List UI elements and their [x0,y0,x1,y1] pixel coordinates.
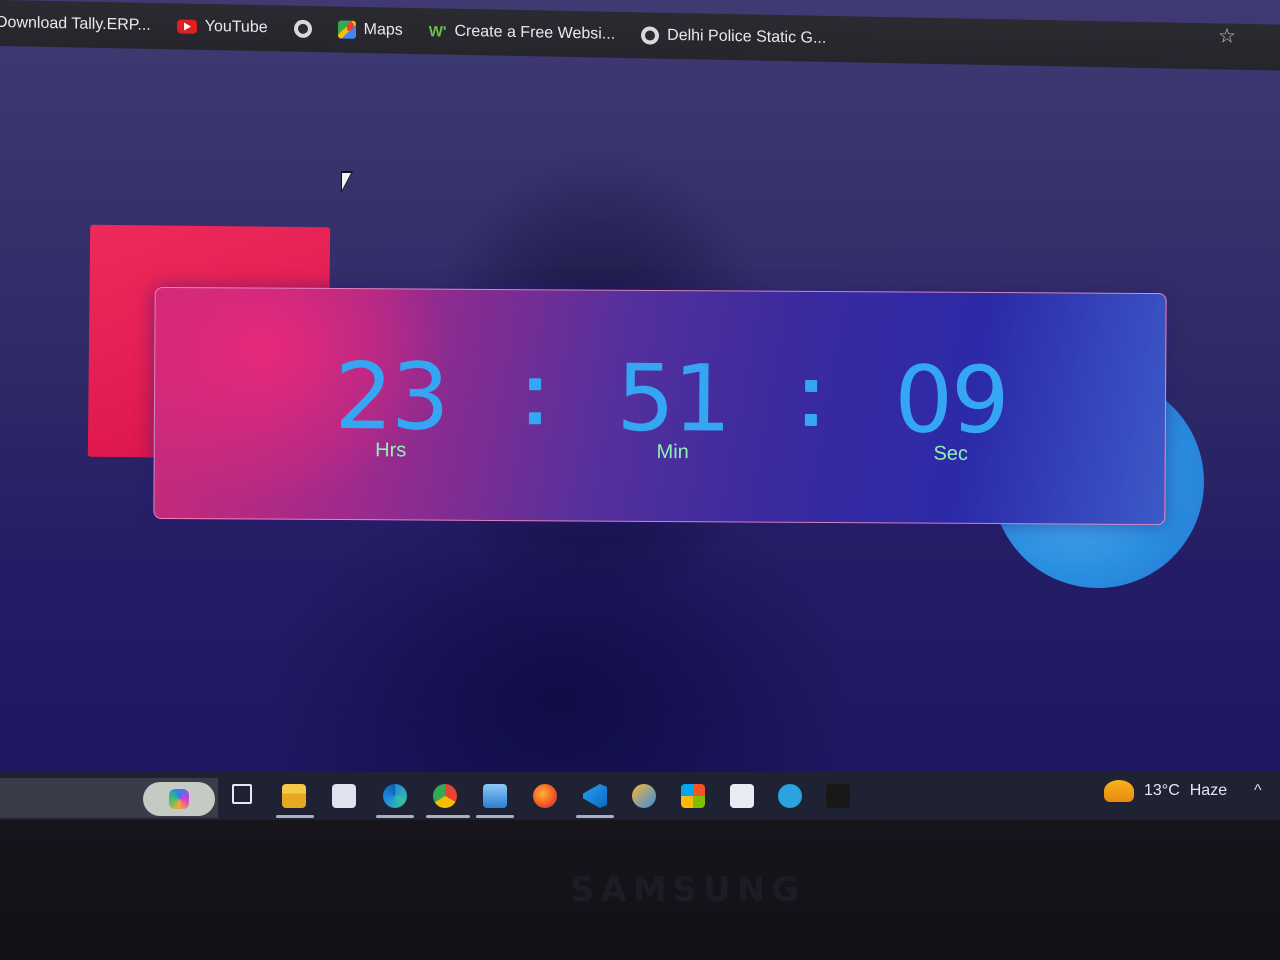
running-indicator [576,815,614,818]
mouse-cursor-icon [341,171,353,193]
telegram-icon[interactable] [778,784,802,808]
copilot-icon [169,789,189,809]
task-view-icon[interactable] [232,784,252,804]
chevron-up-icon[interactable]: ^ [1254,782,1262,800]
running-indicator [426,815,470,818]
seconds-value: 09 [894,346,1008,455]
edge-icon[interactable] [383,784,407,808]
youtube-icon [176,19,197,34]
document-app-icon[interactable] [730,784,754,808]
mail-icon[interactable] [483,784,507,808]
bookmark-globe[interactable] [293,19,312,38]
weather-condition: Haze [1189,782,1228,799]
star-icon[interactable]: ☆ [1218,24,1236,49]
minutes-group: 51 Min [593,344,754,465]
separator [804,379,819,448]
taskbar: 13°C Haze ^ [0,772,1280,820]
clock-card: 23 Hrs 51 Min 09 Sec [153,286,1167,526]
firefox-icon[interactable] [533,784,557,808]
seconds-group: 09 Sec [871,346,1032,466]
bookmark-youtube[interactable]: YouTube [176,17,268,37]
copilot-button[interactable] [143,782,215,816]
running-indicator [276,815,314,818]
bookmark-wix[interactable]: W' Create a Free Websi... [429,22,615,44]
weather-widget[interactable]: 13°C Haze [1104,780,1227,802]
bookmark-label: Maps [363,20,403,39]
monitor-screen: Download Tally.ERP... YouTube Maps W' Cr… [0,0,1280,820]
chrome-icon[interactable] [433,784,457,808]
bookmark-label: Delhi Police Static G... [667,26,827,47]
maps-icon [337,20,356,39]
brand-logo: SAMSUNG [570,870,806,910]
haze-weather-icon [1104,780,1134,802]
globe-icon [641,26,660,45]
hours-group: 23 Hrs [311,343,472,463]
globe-icon [293,19,312,38]
store-icon[interactable] [332,784,356,808]
adobe-app-icon[interactable] [826,784,850,808]
bookmark-delhi-police[interactable]: Delhi Police Static G... [641,26,826,48]
wix-icon: W' [428,22,447,41]
hours-value: 23 [334,343,448,451]
laptop-bezel: SAMSUNG [0,820,1280,960]
cube-app-icon[interactable] [632,784,656,808]
windows-app-icon[interactable] [681,784,705,808]
bookmark-tally[interactable]: Download Tally.ERP... [0,14,151,35]
file-explorer-icon[interactable] [282,784,306,808]
running-indicator [476,815,514,818]
weather-temp: 13°C [1144,782,1180,799]
bookmark-maps[interactable]: Maps [337,20,403,39]
running-indicator [376,815,414,818]
minutes-value: 51 [616,344,730,453]
bookmarks-bar: Download Tally.ERP... YouTube Maps W' Cr… [0,0,1280,71]
bookmark-label: Create a Free Websi... [454,22,616,43]
bookmark-label: Download Tally.ERP... [0,13,151,34]
bookmark-label: YouTube [204,17,268,37]
separator [528,378,543,446]
vscode-icon[interactable] [583,784,607,808]
